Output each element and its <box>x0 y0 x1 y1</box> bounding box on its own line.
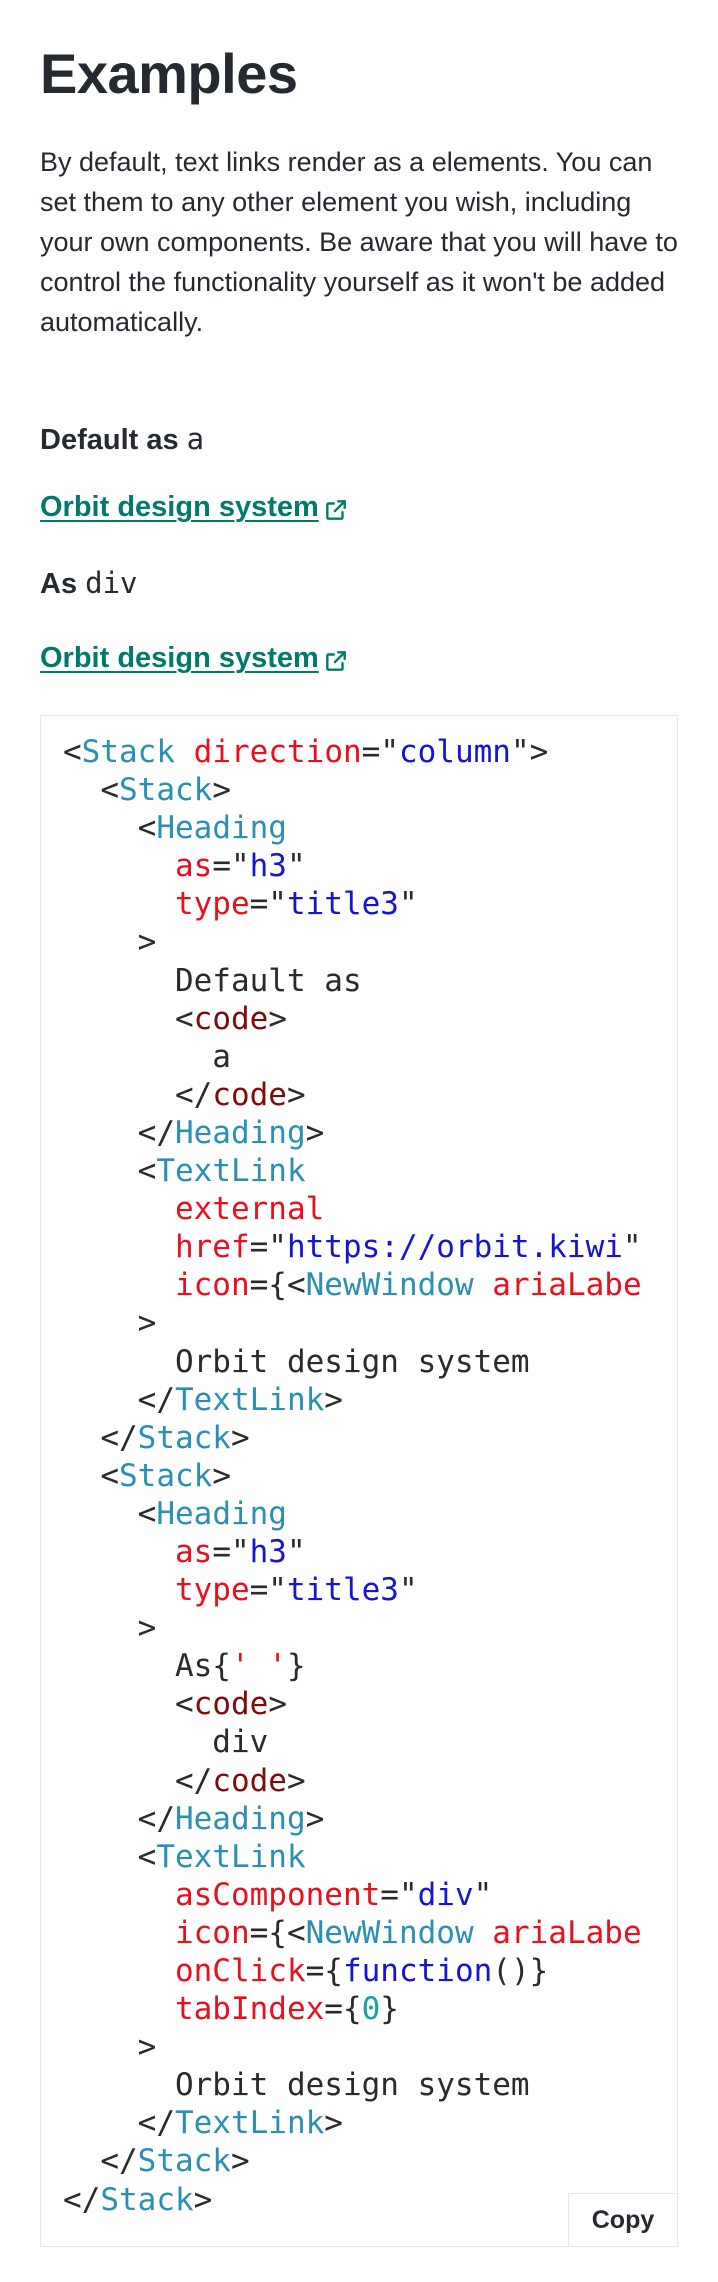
link-text: Orbit design system <box>40 642 319 674</box>
code-line: onClick={function()} <box>174 1953 549 1989</box>
code-line: > <box>63 924 157 961</box>
code-line: icon={<NewWindow ariaLabe <box>174 1267 642 1304</box>
code-line: </code> <box>63 1762 306 1799</box>
code-line: <code> <box>63 1686 287 1723</box>
code-line: </Heading> <box>63 1114 325 1151</box>
new-window-icon <box>323 494 349 520</box>
code-line: tabIndex={0} <box>174 1991 399 2028</box>
page-title: Examples <box>40 42 298 105</box>
code-line: as="h3" <box>174 848 306 885</box>
code-line: > <box>63 1305 157 1342</box>
code-line: </Stack> <box>63 2181 213 2218</box>
example-heading-as-div: As div <box>40 563 138 604</box>
link-text: Orbit design system <box>40 491 319 523</box>
orbit-design-system-div-link[interactable]: Orbit design system <box>40 638 349 678</box>
example-heading-default: Default as a <box>40 419 204 460</box>
intro-paragraph: By default, text links render as a eleme… <box>40 147 678 337</box>
code-line: <Stack> <box>63 1457 231 1494</box>
code-example-block: <Stack direction="column"> <Stack> <Head… <box>40 715 678 2247</box>
example-heading-code: div <box>85 566 138 600</box>
orbit-design-system-link[interactable]: Orbit design system <box>40 487 349 527</box>
code-line: Orbit design system <box>63 1343 530 1380</box>
copy-button[interactable]: Copy <box>568 2193 677 2246</box>
code-line: </Heading> <box>63 1800 325 1837</box>
code-listing: <Stack direction="column"> <Stack> <Head… <box>41 716 677 2219</box>
code-line: > <box>63 1610 157 1647</box>
example-heading-text: Default as <box>40 424 179 456</box>
code-line: <Stack direction="column"> <box>63 734 549 770</box>
code-line: <TextLink <box>63 1838 306 1875</box>
code-line: href="https://orbit.kiwi" <box>174 1229 642 1266</box>
code-line: type="title3" <box>174 1572 418 1609</box>
code-line: <Stack> <box>63 772 231 809</box>
code-line: <Heading <box>63 810 287 847</box>
code-line: </Stack> <box>63 1419 250 1456</box>
code-line: icon={<NewWindow ariaLabe <box>174 1914 642 1951</box>
code-line: </TextLink> <box>63 2105 343 2142</box>
code-line: <Heading <box>63 1495 287 1532</box>
example-heading-text: As <box>40 568 78 600</box>
code-line: </code> <box>63 1076 306 1113</box>
code-line: <code> <box>63 1000 287 1037</box>
code-line: asComponent="div" <box>174 1876 493 1913</box>
code-line: as="h3" <box>174 1533 306 1570</box>
code-line: a <box>63 1038 231 1075</box>
new-window-icon <box>323 645 349 671</box>
code-line: </TextLink> <box>63 1381 343 1418</box>
code-line: Default as <box>63 962 362 999</box>
code-line: > <box>63 2029 157 2066</box>
code-line: </Stack> <box>63 2143 250 2180</box>
example-heading-code: a <box>186 422 205 456</box>
code-line: <TextLink <box>63 1153 306 1190</box>
code-line: div <box>63 1724 269 1761</box>
code-line: external <box>174 1191 325 1228</box>
code-line: Orbit design system <box>63 2067 530 2104</box>
code-line: type="title3" <box>174 886 418 923</box>
code-line: As{' '} <box>63 1648 306 1685</box>
